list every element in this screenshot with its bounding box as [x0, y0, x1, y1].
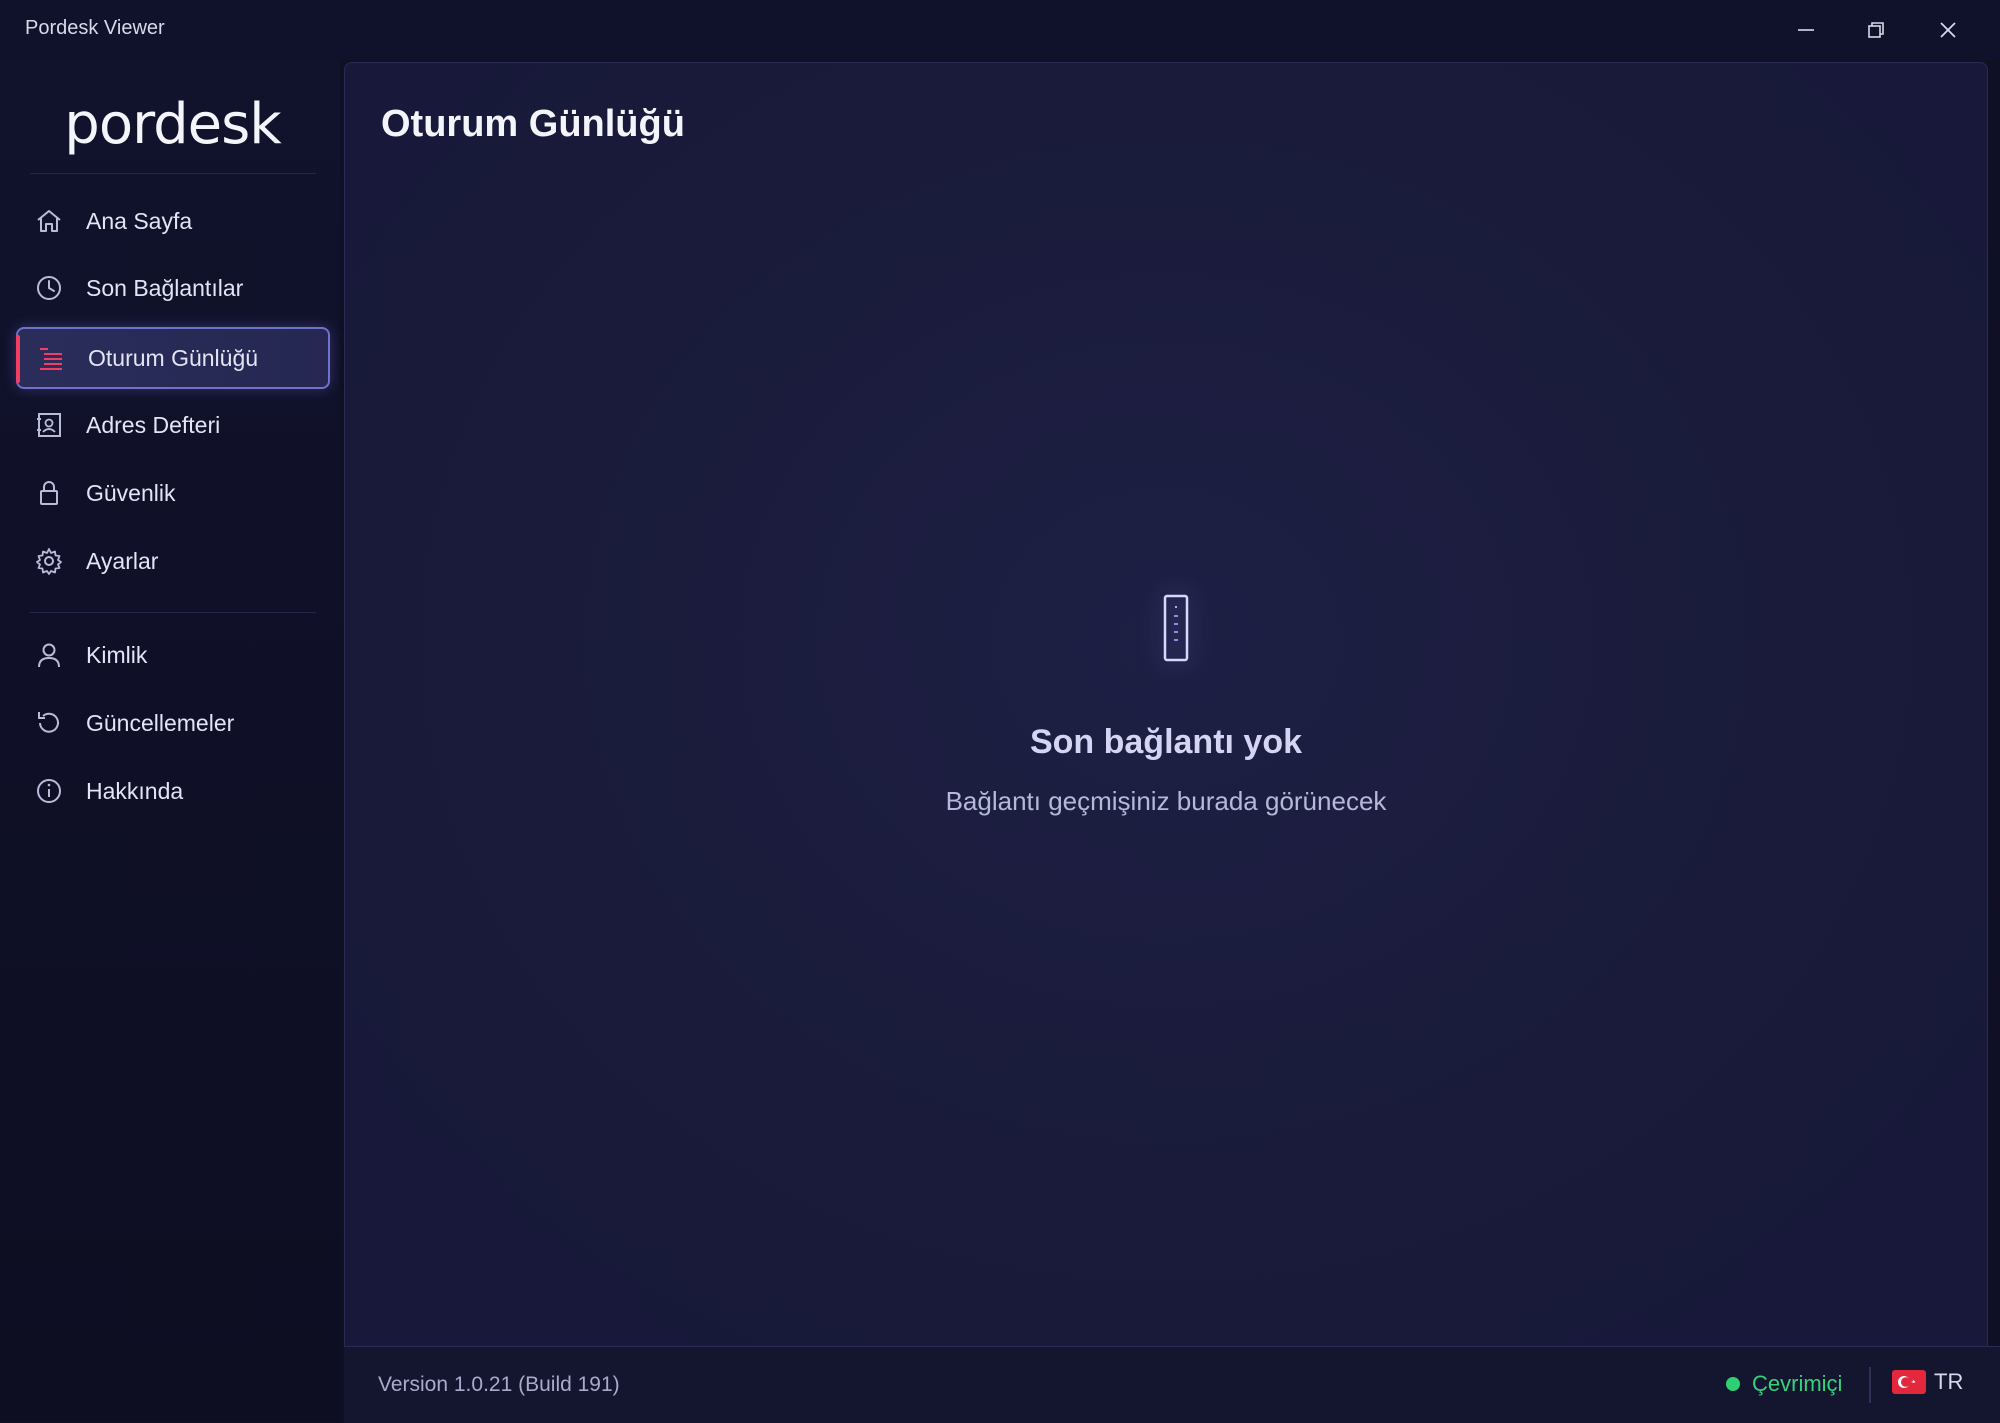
- sidebar-item-session-log[interactable]: Oturum Günlüğü: [16, 327, 330, 389]
- sidebar-item-label: Güncellemeler: [86, 709, 235, 736]
- session-log-icon: [1145, 583, 1207, 673]
- app-logo: pordesk: [64, 92, 281, 157]
- minimize-icon: [1798, 29, 1814, 31]
- sidebar-item-label: Ayarlar: [86, 547, 159, 574]
- sidebar-item-settings[interactable]: Ayarlar: [16, 530, 330, 592]
- sidebar-item-about[interactable]: Hakkında: [16, 760, 330, 822]
- lock-icon: [32, 476, 66, 510]
- sidebar-item-label: Son Bağlantılar: [86, 274, 244, 301]
- title-bar: Pordesk Viewer: [0, 0, 2000, 60]
- user-icon: [32, 638, 66, 672]
- minimize-button[interactable]: [1778, 8, 1834, 52]
- sidebar-item-home[interactable]: Ana Sayfa: [16, 190, 330, 252]
- nav-divider: [30, 612, 316, 613]
- sidebar-item-label: Adres Defteri: [86, 411, 221, 438]
- clock-icon: [32, 271, 66, 305]
- page-title: Oturum Günlüğü: [381, 103, 685, 145]
- status-label: Çevrimiçi: [1752, 1371, 1843, 1396]
- status-dot-icon: [1726, 1377, 1740, 1391]
- sidebar-item-updates[interactable]: Güncellemeler: [16, 692, 330, 754]
- version-label: Version 1.0.21 (Build 191): [378, 1373, 620, 1396]
- empty-state-title: Son bağlantı yok: [1029, 723, 1303, 761]
- sidebar-item-identity[interactable]: Kimlik: [16, 624, 330, 686]
- footer-divider: [1869, 1367, 1871, 1403]
- language-selector[interactable]: TR: [1892, 1369, 1963, 1395]
- main-panel: Oturum Günlüğü Son bağlantı yok Bağlantı…: [344, 62, 1988, 1347]
- connection-status: Çevrimiçi: [1726, 1371, 1842, 1397]
- restore-icon: [1868, 22, 1884, 38]
- sidebar-item-label: Kimlik: [86, 641, 148, 668]
- address-book-icon: [32, 408, 66, 442]
- sidebar-item-label: Ana Sayfa: [86, 207, 193, 234]
- status-bar: Version 1.0.21 (Build 191) Çevrimiçi TR: [344, 1346, 2000, 1423]
- close-button[interactable]: [1920, 8, 1976, 52]
- sidebar-item-security[interactable]: Güvenlik: [16, 462, 330, 524]
- gear-icon: [32, 544, 66, 578]
- logo-divider: [30, 173, 316, 174]
- sidebar-item-label: Hakkında: [86, 777, 184, 804]
- sidebar-item-label: Oturum Günlüğü: [88, 344, 259, 371]
- info-icon: [32, 774, 66, 808]
- list-icon: [34, 341, 68, 375]
- restore-button[interactable]: [1848, 8, 1904, 52]
- home-icon: [32, 204, 66, 238]
- refresh-icon: [32, 706, 66, 740]
- empty-state-subtitle: Bağlantı geçmişiniz burada görünecek: [945, 786, 1387, 816]
- sidebar-item-label: Güvenlik: [86, 479, 176, 506]
- language-label: TR: [1934, 1369, 1964, 1394]
- turkey-flag-icon: [1892, 1370, 1926, 1394]
- window-title: Pordesk Viewer: [25, 17, 165, 39]
- close-icon: [1940, 22, 1956, 38]
- sidebar-item-address-book[interactable]: Adres Defteri: [16, 394, 330, 456]
- sidebar-item-recent-connections[interactable]: Son Bağlantılar: [16, 257, 330, 319]
- sidebar: pordesk Ana Sayfa Son Bağlantılar Oturum…: [0, 60, 340, 1422]
